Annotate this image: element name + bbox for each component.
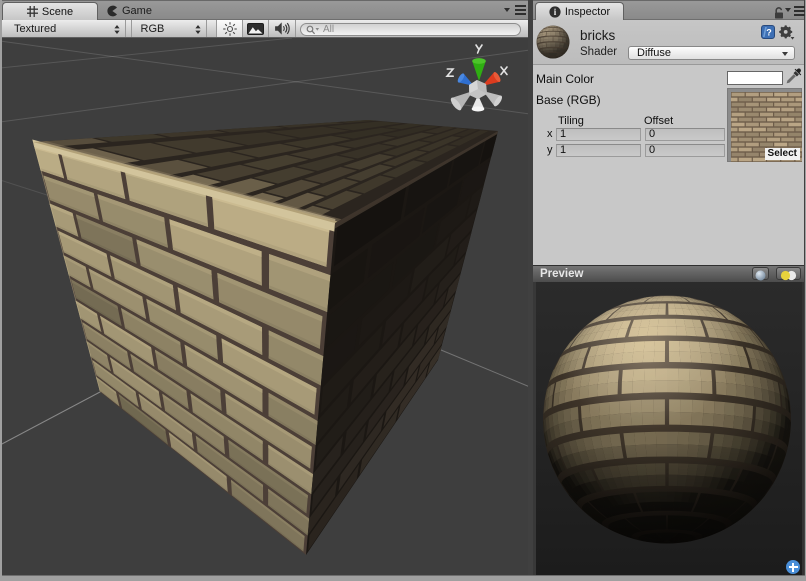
svg-text:?: ? xyxy=(766,28,772,38)
